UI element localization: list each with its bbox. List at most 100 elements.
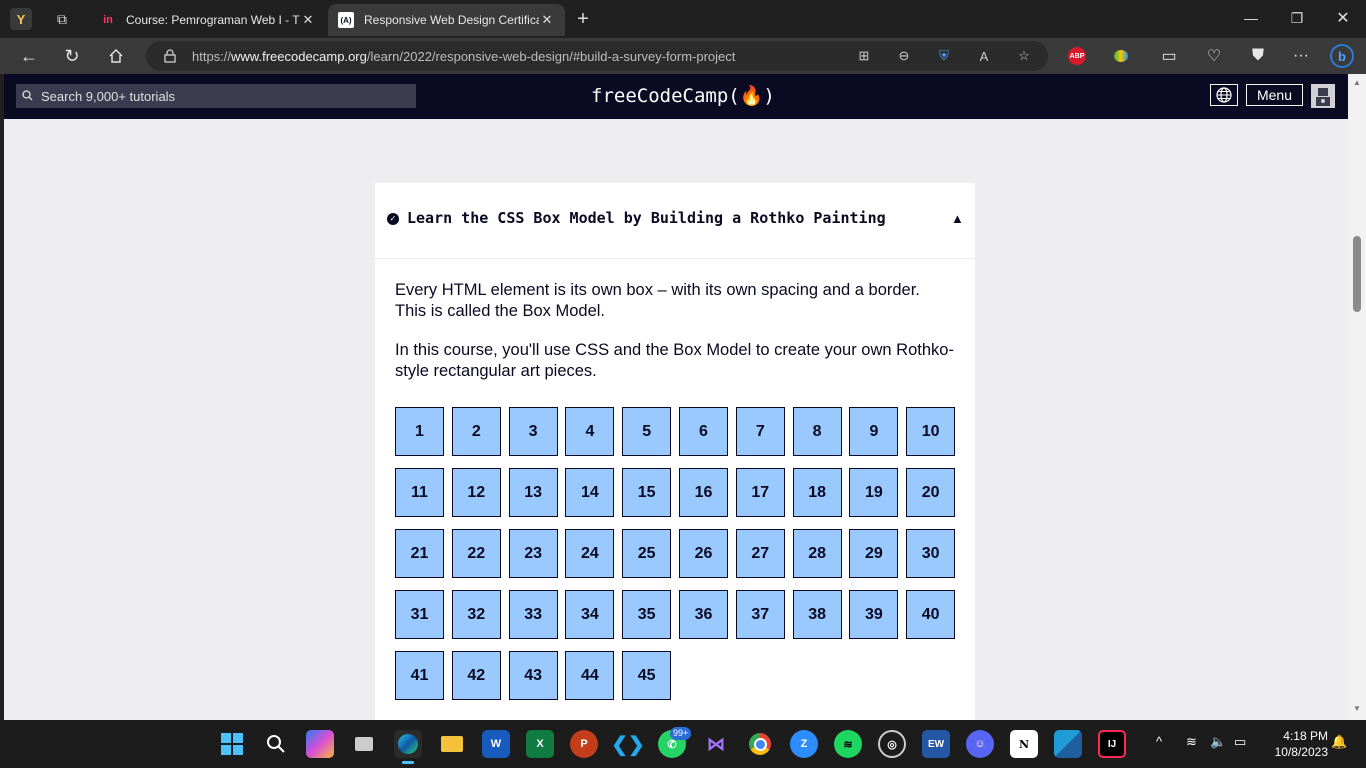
step-button[interactable]: 3 [508,407,558,456]
notification-bell-icon[interactable]: 🔔 [1331,734,1347,750]
step-button[interactable]: 32 [451,590,501,639]
step-button[interactable]: 27 [735,529,785,578]
chevron-up-icon[interactable]: ▲ [951,211,964,226]
refresh-icon[interactable]: ↻ [57,42,87,70]
more-options-icon[interactable]: ··· [1286,42,1316,70]
scroll-down-icon[interactable]: ▼ [1348,702,1366,716]
step-button[interactable]: 4 [565,407,615,456]
step-button[interactable]: 1 [395,407,444,456]
step-button[interactable]: 30 [906,529,956,578]
step-button[interactable]: 24 [565,529,615,578]
profile-icon[interactable]: Y [10,8,32,30]
favorite-star-icon[interactable]: ☆ [1012,45,1036,67]
step-button[interactable]: 35 [622,590,672,639]
scrollbar-thumb[interactable] [1353,236,1361,312]
ew-app-icon[interactable]: EW [922,730,950,758]
tab-course-pemrograman[interactable]: in Course: Pemrograman Web I - TI ✕ [90,4,326,36]
back-icon[interactable]: ← [14,42,44,70]
excel-icon[interactable]: X [526,730,554,758]
spotify-icon[interactable]: ≋ [834,730,862,758]
step-button[interactable]: 40 [906,590,956,639]
app-available-icon[interactable]: ⊞ [852,45,876,67]
zoom-out-icon[interactable]: ⊖ [892,45,916,67]
step-button[interactable]: 13 [508,468,558,517]
tracking-prevention-icon[interactable]: ⛨ [932,45,956,67]
step-button[interactable]: 25 [622,529,672,578]
scroll-up-icon[interactable]: ▲ [1348,76,1366,90]
address-bar[interactable]: https://www.freecodecamp.org/learn/2022/… [146,41,1048,71]
edge-browser-icon[interactable] [394,730,422,764]
step-button[interactable]: 44 [565,651,615,700]
restore-icon[interactable]: ❐ [1274,0,1320,36]
word-icon[interactable]: W [482,730,510,758]
search-input[interactable]: Search 9,000+ tutorials [16,84,416,108]
step-button[interactable]: 14 [565,468,615,517]
step-button[interactable]: 39 [849,590,899,639]
split-screen-icon[interactable]: ▭ [1154,42,1184,70]
tab-close-icon[interactable]: ✕ [300,12,316,28]
step-button[interactable]: 22 [451,529,501,578]
close-window-icon[interactable]: ✕ [1320,0,1366,36]
tab-close-icon[interactable]: ✕ [539,12,555,28]
tiles-app-icon[interactable] [1054,730,1082,758]
intellij-icon[interactable]: IJ [1098,730,1126,758]
language-globe-icon[interactable] [1210,84,1238,106]
step-button[interactable]: 18 [792,468,842,517]
chrome-icon[interactable] [746,730,774,758]
step-button[interactable]: 21 [395,529,444,578]
vscode-icon[interactable]: ❮❯ [611,730,645,758]
tab-responsive-web-design[interactable]: (A) Responsive Web Design Certificati ✕ [328,4,565,36]
step-button[interactable]: 23 [508,529,558,578]
step-button[interactable]: 26 [679,529,728,578]
home-icon[interactable] [101,42,131,70]
step-button[interactable]: 11 [395,468,444,517]
wifi-icon[interactable]: ≋ [1186,734,1197,750]
minimize-icon[interactable]: — [1228,0,1274,36]
step-button[interactable]: 45 [622,651,672,700]
extension-icon[interactable] [1106,42,1136,70]
workspaces-icon[interactable]: ⧉ [52,10,72,28]
step-button[interactable]: 12 [451,468,501,517]
step-button[interactable]: 37 [735,590,785,639]
step-button[interactable]: 9 [849,407,899,456]
visual-studio-icon[interactable]: ⋈ [702,730,730,758]
page-scrollbar[interactable]: ▲ ▼ [1348,74,1366,720]
windows-start-icon[interactable] [218,730,246,758]
adblock-plus-icon[interactable]: ABP [1062,42,1092,70]
course-header[interactable]: ✓ Learn the CSS Box Model by Building a … [375,183,975,259]
step-button[interactable]: 7 [735,407,785,456]
search-icon[interactable] [262,730,290,758]
copilot-preview-icon[interactable] [306,730,334,758]
lock-icon[interactable] [158,45,182,67]
step-button[interactable]: 42 [451,651,501,700]
new-tab-icon[interactable]: + [572,8,594,30]
step-button[interactable]: 10 [906,407,956,456]
step-button[interactable]: 6 [679,407,728,456]
step-button[interactable]: 16 [679,468,728,517]
step-button[interactable]: 5 [622,407,672,456]
step-button[interactable]: 31 [395,590,444,639]
browser-essentials-icon[interactable]: ♡ [1199,42,1229,70]
file-explorer-icon[interactable] [438,730,466,758]
step-button[interactable]: 2 [451,407,501,456]
step-button[interactable]: 29 [849,529,899,578]
bing-copilot-icon[interactable]: b [1327,42,1357,70]
step-button[interactable]: 38 [792,590,842,639]
step-button[interactable]: 19 [849,468,899,517]
step-button[interactable]: 41 [395,651,444,700]
zoom-app-icon[interactable]: Z [790,730,818,758]
step-button[interactable]: 36 [679,590,728,639]
step-button[interactable]: 20 [906,468,956,517]
collections-icon[interactable]: ⛊ [1243,42,1273,70]
menu-button[interactable]: Menu [1246,84,1303,106]
battery-icon[interactable]: ▭ [1234,734,1246,750]
show-hidden-icons[interactable]: ^ [1156,734,1162,749]
read-aloud-icon[interactable]: A [972,45,996,67]
step-button[interactable]: 15 [622,468,672,517]
step-button[interactable]: 8 [792,407,842,456]
volume-icon[interactable]: 🔈 [1210,734,1226,750]
step-button[interactable]: 33 [508,590,558,639]
step-button[interactable]: 28 [792,529,842,578]
task-view-icon[interactable] [350,730,378,758]
discord-icon[interactable]: ☺ [966,730,994,758]
